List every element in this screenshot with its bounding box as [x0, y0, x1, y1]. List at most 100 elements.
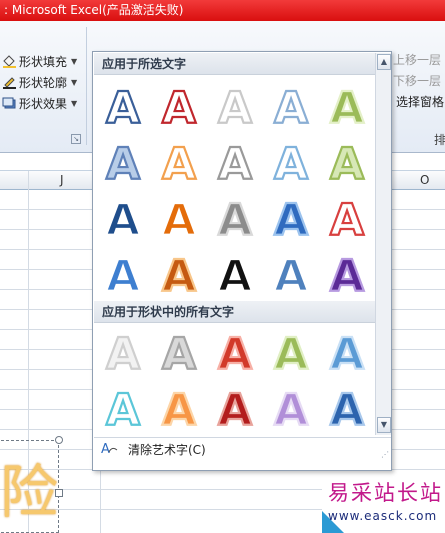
wordart-style-option[interactable]: A — [207, 246, 263, 303]
wordart-style-option[interactable]: A — [95, 380, 151, 437]
wordart-letter-icon: A — [161, 194, 197, 247]
wordart-letter-icon: A — [217, 194, 253, 247]
wordart-letter: A — [106, 139, 140, 190]
section-header-selected-text: 应用于所选文字 — [94, 53, 375, 75]
wordart-letter-icon: A — [217, 328, 253, 381]
shape-effects-label: 形状效果 — [19, 96, 68, 111]
resize-handle[interactable] — [55, 489, 63, 497]
dropdown-arrow-icon: ▼ — [71, 56, 78, 66]
wordart-letter: A — [330, 139, 364, 190]
dropdown-arrow-icon: ▼ — [71, 77, 78, 87]
scroll-down-icon[interactable]: ▼ — [377, 417, 391, 433]
wordart-style-option[interactable]: A — [207, 324, 263, 381]
wordart-letter-icon: A — [329, 328, 365, 381]
wordart-letter: A — [106, 251, 140, 302]
wordart-style-option[interactable]: A — [319, 324, 375, 381]
wordart-letter: A — [162, 139, 196, 190]
wordart-style-option[interactable]: A — [95, 190, 151, 247]
wordart-style-option[interactable]: A — [207, 190, 263, 247]
wordart-letter: A — [162, 251, 196, 302]
wordart-letter-icon: A — [329, 250, 365, 303]
wordart-letter: A — [218, 83, 252, 134]
wordart-letter: A — [218, 251, 252, 302]
scroll-up-icon[interactable]: ▲ — [377, 54, 391, 70]
wordart-letter: A — [274, 385, 308, 436]
selection-pane-button[interactable]: 选择窗格 — [396, 93, 444, 113]
wordart-letter: A — [106, 385, 140, 436]
wordart-style-option[interactable]: A — [263, 324, 319, 381]
shape-outline-label: 形状轮廓 — [19, 75, 68, 90]
wordart-letter: A — [330, 83, 364, 134]
wordart-letter-icon: A — [161, 328, 197, 381]
wordart-style-option[interactable]: A — [95, 246, 151, 303]
wordart-letter-icon: A — [217, 82, 253, 135]
wordart-letter-icon: A — [273, 250, 309, 303]
wordart-style-option[interactable]: A — [151, 190, 207, 247]
wordart-style-option[interactable]: A — [319, 78, 375, 135]
wordart-letter-icon: A — [273, 384, 309, 437]
wordart-style-option[interactable]: A — [95, 134, 151, 191]
watermark-url: www.easck.com — [328, 509, 438, 523]
wordart-style-option[interactable]: A — [319, 246, 375, 303]
wordart-style-option[interactable]: A — [95, 324, 151, 381]
wordart-letter-icon: A — [105, 82, 141, 135]
wordart-letter-icon: A — [105, 328, 141, 381]
send-backward-button[interactable]: 下移一层 — [393, 72, 441, 92]
gallery-scrollbar[interactable]: ▲ ▼ — [375, 53, 391, 435]
wordart-letter: A — [218, 385, 252, 436]
wordart-style-option[interactable]: A — [207, 380, 263, 437]
dropdown-arrow-icon: ▼ — [71, 98, 78, 108]
wordart-letter-icon: A — [329, 384, 365, 437]
wordart-letter: A — [106, 83, 140, 134]
wordart-style-option[interactable]: A — [319, 190, 375, 247]
wordart-letter: A — [330, 329, 364, 380]
wordart-letter-icon: A — [329, 194, 365, 247]
wordart-letter: A — [330, 251, 364, 302]
wordart-style-option[interactable]: A — [151, 246, 207, 303]
wordart-letter-icon: A — [105, 138, 141, 191]
wordart-letter: A — [162, 83, 196, 134]
wordart-letter-icon: A — [329, 138, 365, 191]
shape-effects-button[interactable]: 形状效果 ▼ — [2, 93, 77, 113]
shape-outline-button[interactable]: 形状轮廓 ▼ — [2, 72, 77, 92]
wordart-style-option[interactable]: A — [151, 78, 207, 135]
wordart-style-option[interactable]: A — [319, 134, 375, 191]
wordart-style-option[interactable]: A — [95, 78, 151, 135]
dialog-launcher-icon[interactable]: ↘ — [71, 134, 81, 144]
wordart-style-option[interactable]: A — [151, 324, 207, 381]
wordart-letter: A — [274, 195, 308, 246]
wordart-style-option[interactable]: A — [151, 134, 207, 191]
wordart-style-option[interactable]: A — [263, 380, 319, 437]
wordart-letter-icon: A — [161, 384, 197, 437]
arrange-group-label: 排 — [434, 133, 445, 147]
shape-fill-label: 形状填充 — [19, 54, 68, 69]
wordart-letter-icon: A — [217, 384, 253, 437]
wordart-letter: A — [106, 195, 140, 246]
wordart-style-option[interactable]: A — [319, 380, 375, 437]
wordart-style-option[interactable]: A — [207, 78, 263, 135]
shape-fill-button[interactable]: 形状填充 ▼ — [2, 51, 77, 71]
wordart-style-option[interactable]: A — [151, 380, 207, 437]
column-header-j[interactable]: J — [60, 173, 64, 187]
shape-selection-box[interactable] — [0, 440, 59, 533]
bring-forward-button[interactable]: 上移一层 — [393, 51, 441, 71]
wordart-letter: A — [330, 195, 364, 246]
wordart-letter: A — [218, 139, 252, 190]
group-separator — [86, 27, 87, 145]
wordart-style-option[interactable]: A — [263, 246, 319, 303]
resize-handle[interactable] — [55, 436, 63, 444]
wordart-letter: A — [218, 195, 252, 246]
resize-grip-icon[interactable]: ⋰ — [381, 450, 389, 459]
wordart-style-option[interactable]: A — [263, 78, 319, 135]
wordart-letter: A — [274, 251, 308, 302]
svg-text:A: A — [101, 442, 110, 456]
wordart-letter: A — [162, 385, 196, 436]
wordart-style-option[interactable]: A — [263, 190, 319, 247]
wordart-letter-icon: A — [105, 250, 141, 303]
wordart-style-option[interactable]: A — [207, 134, 263, 191]
wordart-letter-icon: A — [105, 384, 141, 437]
shape-effects-icon — [2, 97, 17, 110]
wordart-style-option[interactable]: A — [263, 134, 319, 191]
clear-wordart-button[interactable]: A 清除艺术字(C) ⋰ — [94, 437, 391, 461]
column-header-o[interactable]: O — [420, 173, 429, 187]
